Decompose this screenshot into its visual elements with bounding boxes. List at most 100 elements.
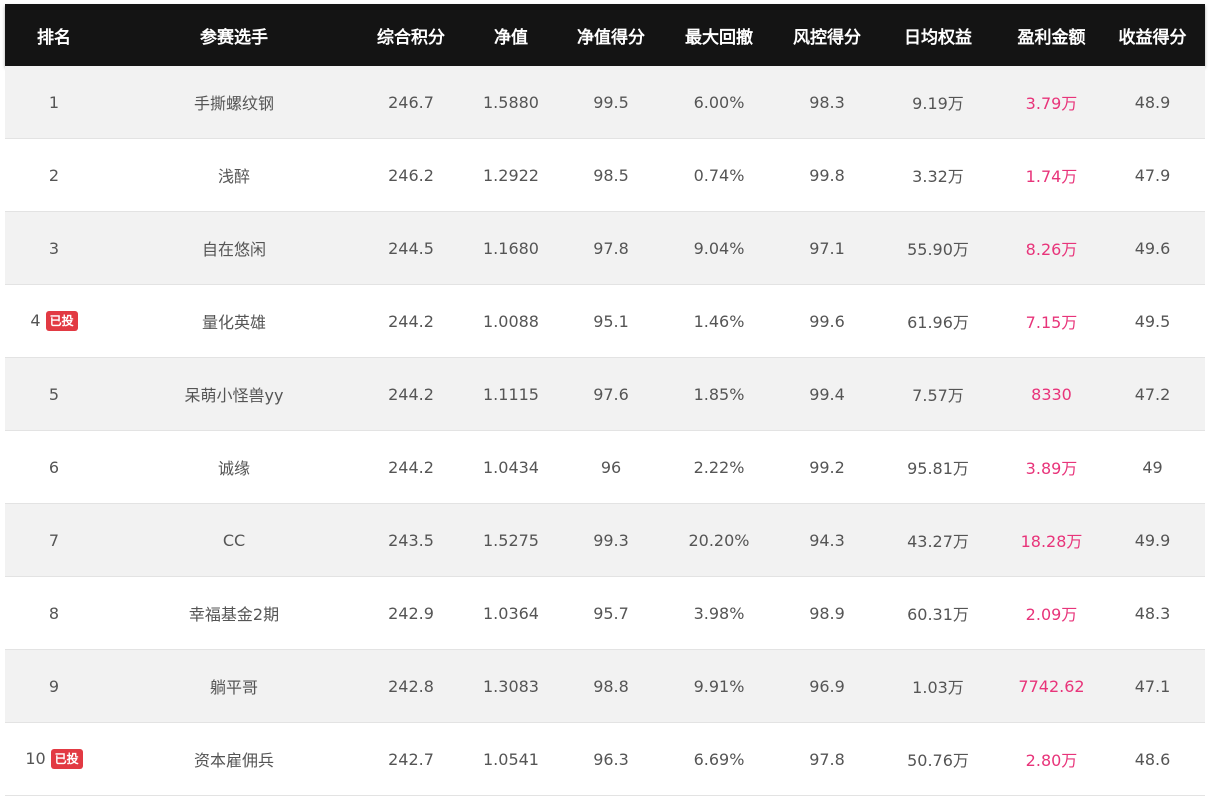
table-row[interactable]: 5 呆萌小怪兽yy 244.2 1.1115 97.6 1.85% 99.4 7.57万 833… [5,358,1205,431]
rank-cell: 9 [5,677,103,696]
profit-amount: 8.26万 [1025,240,1078,259]
daily-equity: 7.57万 [912,386,964,405]
rank-number: 4 [30,311,41,330]
nav-score: 97.6 [593,384,629,404]
profit-amount: 18.28万 [1020,532,1083,551]
rank-cell: 10 已投 [5,749,103,769]
return-score: 49.9 [1134,530,1171,550]
total-score: 242.9 [388,603,434,623]
table-header: 排名 参赛选手 综合积分 净值 净值得分 最大回撤 风控得分 日均权益 盈利金额… [5,4,1205,66]
header-name[interactable]: 参赛选手 [103,23,365,48]
total-score: 242.7 [388,749,434,769]
invested-badge: 已投 [45,311,78,331]
rank-cell: 5 [5,385,103,404]
risk-score: 97.8 [809,749,845,769]
total-score: 246.2 [388,165,434,185]
player-name[interactable]: 诚缘 [103,455,365,479]
nav-value: 1.5275 [483,530,539,550]
daily-equity: 95.81万 [907,459,969,478]
rank-number: 9 [48,676,60,696]
daily-equity: 1.03万 [912,678,964,697]
risk-score: 99.2 [809,457,845,477]
rank-number: 3 [48,238,60,258]
max-drawdown: 20.20% [688,530,750,550]
player-name[interactable]: CC [103,531,365,550]
table-row[interactable]: 1 手撕螺纹钢 246.7 1.5880 99.5 6.00% 98.3 9.19万 3.79万… [5,66,1205,139]
total-score: 244.2 [388,457,434,477]
nav-value: 1.2922 [483,165,539,185]
max-drawdown: 2.22% [693,457,745,477]
player-name[interactable]: 躺平哥 [103,674,365,698]
profit-amount: 7742.62 [1018,676,1085,696]
invested-badge: 已投 [50,749,83,769]
nav-value: 1.0088 [483,311,539,331]
max-drawdown: 9.04% [693,238,745,258]
total-score: 244.2 [388,311,434,331]
total-score: 246.7 [388,92,434,112]
nav-value: 1.3083 [483,676,539,696]
header-rank[interactable]: 排名 [5,23,103,48]
return-score: 48.6 [1134,749,1171,769]
max-drawdown: 6.69% [693,749,745,769]
total-score: 242.8 [388,676,434,696]
header-score[interactable]: 综合积分 [365,23,457,48]
header-risk-score[interactable]: 风控得分 [781,23,873,48]
table-row[interactable]: 4 已投 量化英雄 244.2 1.0088 95.1 1.46% 99.6 61.96万 7.1… [5,285,1205,358]
total-score: 244.2 [388,384,434,404]
player-name[interactable]: 资本雇佣兵 [103,747,365,771]
return-score: 49 [1142,457,1163,477]
profit-amount: 2.80万 [1025,751,1078,770]
risk-score: 98.3 [809,92,845,112]
table-body: 1 手撕螺纹钢 246.7 1.5880 99.5 6.00% 98.3 9.19万 3.79万… [5,66,1205,796]
header-daily-equity[interactable]: 日均权益 [873,23,1003,48]
rank-number: 10 [25,749,46,768]
header-max-drawdown[interactable]: 最大回撤 [657,23,781,48]
nav-score: 98.8 [593,676,629,696]
risk-score: 99.4 [809,384,845,404]
player-name[interactable]: 量化英雄 [103,309,365,333]
nav-score: 96 [600,457,622,477]
nav-value: 1.0434 [483,457,539,477]
table-row[interactable]: 9 躺平哥 242.8 1.3083 98.8 9.91% 96.9 1.03万 7742.62… [5,650,1205,723]
risk-score: 99.6 [809,311,845,331]
player-name[interactable]: 幸福基金2期 [103,601,365,625]
return-score: 49.6 [1134,238,1171,258]
header-profit[interactable]: 盈利金额 [1003,23,1100,48]
rank-cell: 4 已投 [5,311,103,331]
rank-number: 7 [48,530,60,550]
daily-equity: 43.27万 [907,532,969,551]
player-name[interactable]: 呆萌小怪兽yy [103,382,365,406]
risk-score: 97.1 [809,238,845,258]
header-return-score[interactable]: 收益得分 [1100,23,1205,48]
return-score: 47.1 [1134,676,1171,696]
rank-cell: 8 [5,604,103,623]
player-name[interactable]: 自在悠闲 [103,236,365,260]
return-score: 48.3 [1134,603,1171,623]
profit-amount: 3.89万 [1025,459,1078,478]
daily-equity: 55.90万 [907,240,969,259]
table-row[interactable]: 2 浅醉 246.2 1.2922 98.5 0.74% 99.8 3.32万 1.74万 47.… [5,139,1205,212]
player-name[interactable]: 手撕螺纹钢 [103,90,365,114]
table-row[interactable]: 7 CC 243.5 1.5275 99.3 20.20% 94.3 43.27万 18.28万… [5,504,1205,577]
max-drawdown: 3.98% [693,603,745,623]
nav-value: 1.1115 [483,384,539,404]
return-score: 48.9 [1134,92,1171,112]
table-row[interactable]: 3 自在悠闲 244.5 1.1680 97.8 9.04% 97.1 55.90万 8.26万… [5,212,1205,285]
nav-value: 1.0364 [483,603,539,623]
header-nav-score[interactable]: 净值得分 [565,23,657,48]
player-name[interactable]: 浅醉 [103,163,365,187]
rank-cell: 7 [5,531,103,550]
table-row[interactable]: 6 诚缘 244.2 1.0434 96 2.22% 99.2 95.81万 3.89万 49 [5,431,1205,504]
return-score: 49.5 [1134,311,1171,331]
risk-score: 96.9 [809,676,845,696]
total-score: 244.5 [388,238,434,258]
nav-value: 1.1680 [483,238,539,258]
risk-score: 98.9 [809,603,845,623]
return-score: 47.9 [1134,165,1171,185]
table-row[interactable]: 10 已投 资本雇佣兵 242.7 1.0541 96.3 6.69% 97.8 50.76万 2… [5,723,1205,796]
nav-score: 96.3 [593,749,629,769]
risk-score: 94.3 [809,530,845,550]
header-nav[interactable]: 净值 [457,23,565,48]
table-row[interactable]: 8 幸福基金2期 242.9 1.0364 95.7 3.98% 98.9 60.31万 2.0… [5,577,1205,650]
rank-number: 6 [48,457,60,477]
